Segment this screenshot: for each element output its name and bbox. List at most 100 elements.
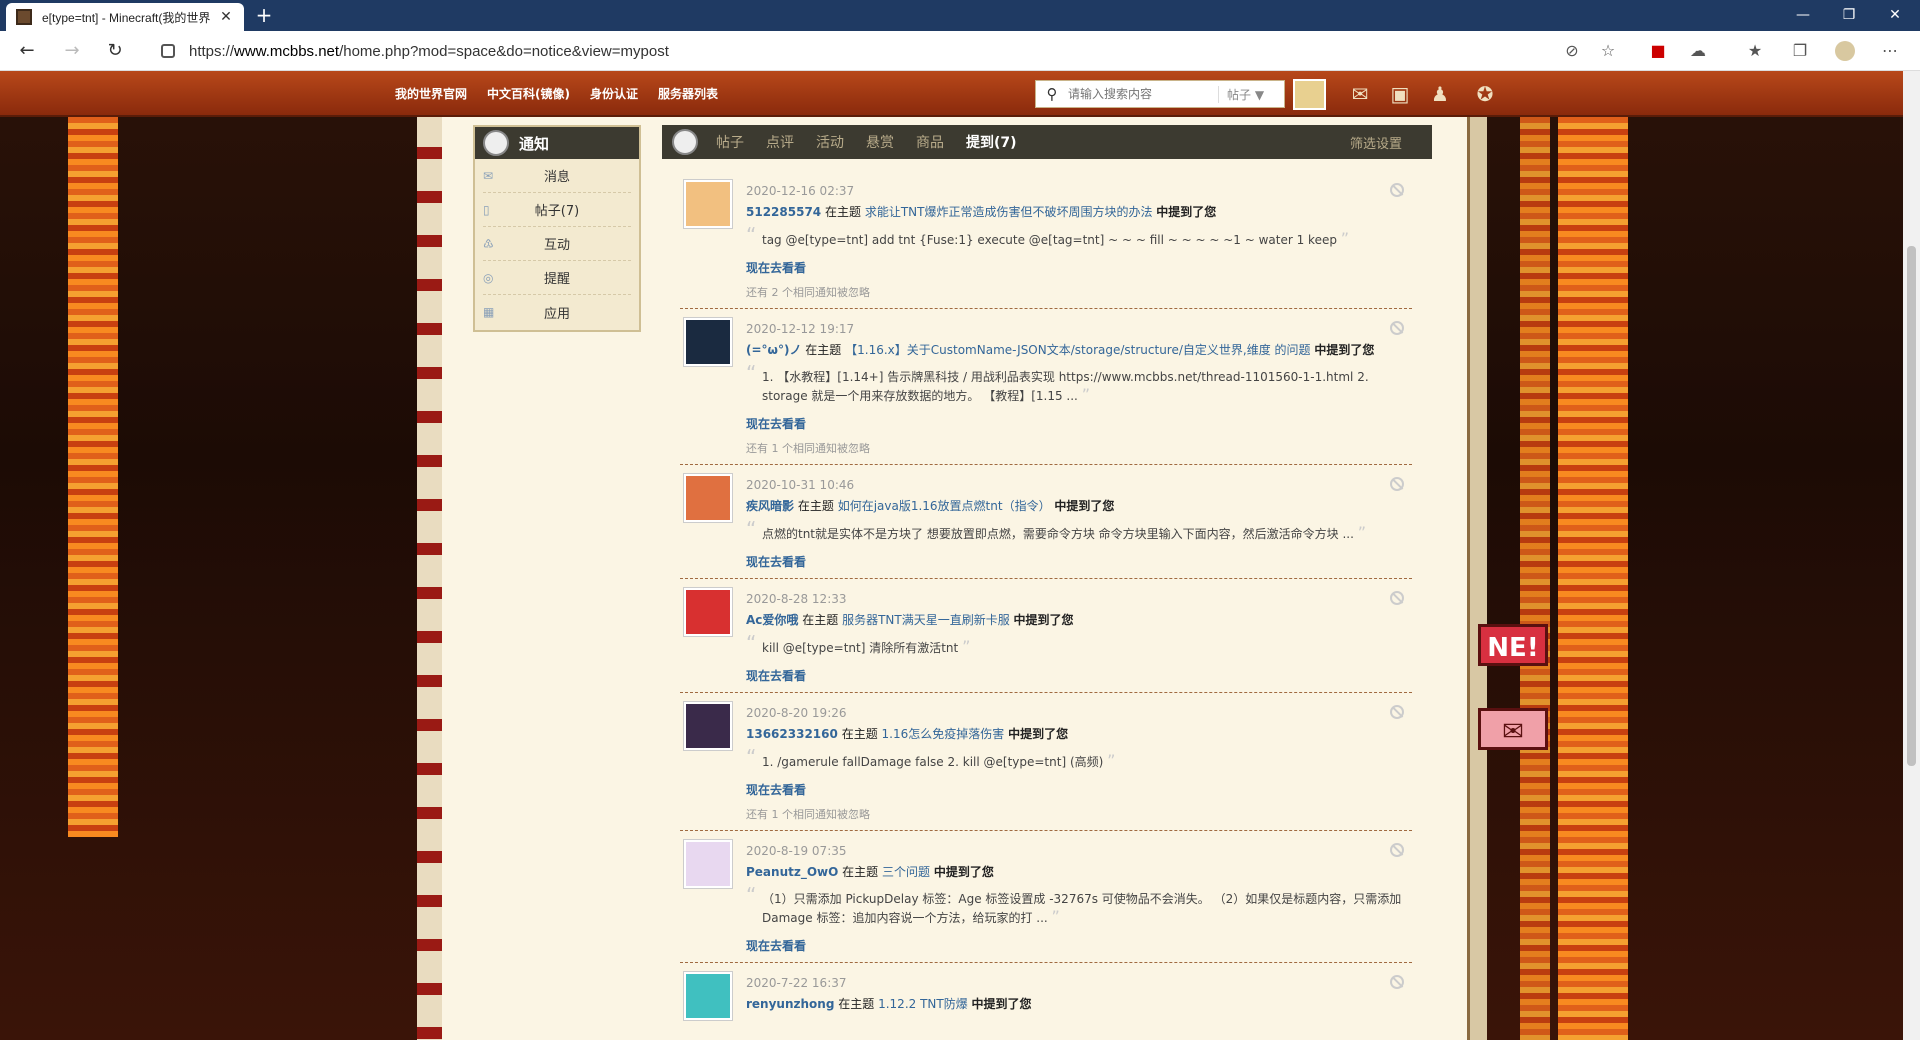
ignore-icon[interactable]: [1390, 591, 1404, 605]
view-now-link[interactable]: 现在去看看: [746, 259, 806, 276]
avatar[interactable]: [683, 473, 733, 523]
notice-user-link[interactable]: renyunzhong: [746, 997, 834, 1011]
scrollbar-thumb[interactable]: [1907, 246, 1916, 766]
ignore-icon[interactable]: [1390, 183, 1404, 197]
avatar-image: [686, 320, 730, 364]
forward-button[interactable]: →: [57, 37, 87, 65]
cookie-icon[interactable]: ✪: [1470, 79, 1500, 109]
tab-comments[interactable]: 点评: [766, 132, 794, 152]
collections-icon[interactable]: ❐: [1790, 41, 1810, 61]
url-field[interactable]: https://www.mcbbs.net/home.php?mod=space…: [145, 36, 1845, 66]
frame-border-decor: [1467, 117, 1487, 1040]
notice-topic-link[interactable]: 服务器TNT满天星一直刷新卡服: [842, 613, 1010, 627]
view-now-link[interactable]: 现在去看看: [746, 415, 806, 432]
notice-user-link[interactable]: Peanutz_OwO: [746, 865, 838, 879]
notification-icon[interactable]: ♟: [1425, 79, 1455, 109]
notice-user-link[interactable]: (=°ω°)ノ: [746, 343, 801, 357]
grid-icon: ▦: [483, 305, 495, 319]
nav-official-site[interactable]: 我的世界官网: [395, 85, 467, 102]
notice-user-link[interactable]: 13662332160: [746, 727, 838, 741]
avatar[interactable]: [683, 701, 733, 751]
block-icon[interactable]: ▣: [1385, 79, 1415, 109]
sidebar-item-messages[interactable]: ✉ 消息: [483, 159, 631, 193]
notice-mid: 在主题: [797, 499, 834, 513]
sidebar-item-label: 应用: [543, 306, 570, 322]
new-flag-badge[interactable]: NE!: [1478, 624, 1548, 666]
message-icon[interactable]: ✉: [1345, 79, 1375, 109]
minimize-button[interactable]: —: [1780, 0, 1826, 31]
quote-end-icon: ”: [1051, 907, 1060, 926]
tracking-icon[interactable]: ⊘: [1562, 41, 1582, 61]
notice-user-link[interactable]: Ac爱你哦: [746, 613, 798, 627]
favorites-icon[interactable]: ★: [1745, 41, 1765, 61]
nav-identity[interactable]: 身份认证: [590, 85, 638, 102]
notice-topic-link[interactable]: 求能让TNT爆炸正常造成伤害但不破坏周围方块的办法: [865, 205, 1153, 219]
notice-topic-link[interactable]: 1.16怎么免疫掉落伤害: [882, 727, 1005, 741]
notice-topic-link[interactable]: 1.12.2 TNT防爆: [878, 997, 968, 1011]
tab-activity[interactable]: 活动: [816, 132, 844, 152]
avatar-image: [686, 590, 730, 634]
ignore-icon[interactable]: [1390, 843, 1404, 857]
tab-mentions[interactable]: 提到(7): [966, 132, 1017, 152]
url-prefix: https://: [189, 42, 235, 60]
notice-mid: 在主题: [802, 613, 839, 627]
notice-text: 512285574 在主题 求能让TNT爆炸正常造成伤害但不破坏周围方块的办法 …: [746, 202, 1412, 222]
sidebar-item-posts[interactable]: ▯ 帖子(7): [483, 193, 631, 227]
avatar[interactable]: [683, 971, 733, 1021]
mail-flag-icon[interactable]: ✉: [1478, 708, 1548, 750]
avatar[interactable]: [683, 317, 733, 367]
ignore-icon[interactable]: [1390, 975, 1404, 989]
notice-topic-link[interactable]: 【1.16.x】关于CustomName-JSON文本/storage/stru…: [845, 343, 1310, 357]
quote-text: 点燃的tnt就是实体不是方块了 想要放置即点燃，需要命令方块 命令方块里输入下面…: [762, 527, 1354, 541]
tab-reward[interactable]: 悬赏: [866, 132, 894, 152]
sidebar-item-interaction[interactable]: ♳ 互动: [483, 227, 631, 261]
sidebar-item-apps[interactable]: ▦ 应用: [483, 295, 631, 329]
cloud-icon[interactable]: ☁: [1688, 41, 1708, 61]
page-scrollbar[interactable]: [1903, 71, 1920, 1040]
back-button[interactable]: ←: [12, 37, 42, 65]
user-avatar[interactable]: [1293, 79, 1326, 110]
list-item: 2020-8-19 07:35 Peanutz_OwO 在主题 三个问题 中提到…: [680, 831, 1412, 963]
avatar[interactable]: [683, 839, 733, 889]
address-bar: ← → ↻ https://www.mcbbs.net/home.php?mod…: [0, 31, 1920, 71]
ignore-icon[interactable]: [1390, 477, 1404, 491]
nav-server-list[interactable]: 服务器列表: [658, 85, 718, 102]
search-input[interactable]: [1068, 87, 1218, 101]
quote-end-icon: ”: [1340, 229, 1350, 248]
nav-wiki[interactable]: 中文百科(镜像): [487, 85, 570, 102]
notice-time: 2020-12-12 19:17: [746, 322, 855, 336]
ignore-icon[interactable]: [1390, 321, 1404, 335]
tab-posts[interactable]: 帖子: [716, 132, 744, 152]
favorite-star-icon[interactable]: ☆: [1598, 41, 1618, 61]
maximize-button[interactable]: ❐: [1826, 0, 1872, 31]
search-icon[interactable]: ⚲: [1036, 85, 1068, 103]
more-menu-icon[interactable]: ⋯: [1880, 41, 1900, 61]
sidebar-item-label: 帖子(7): [534, 204, 580, 219]
view-now-link[interactable]: 现在去看看: [746, 667, 806, 684]
list-item: 2020-10-31 10:46 疾风暗影 在主题 如何在java版1.16放置…: [680, 465, 1412, 579]
browser-tab[interactable]: e[type=tnt] - Minecraft(我的世界 ✕: [6, 3, 244, 31]
ignore-icon[interactable]: [1390, 705, 1404, 719]
notice-topic-link[interactable]: 三个问题: [882, 865, 930, 879]
sidebar-item-reminders[interactable]: ◎ 提醒: [483, 261, 631, 295]
refresh-button[interactable]: ↻: [100, 37, 130, 65]
site-nav: 我的世界官网 中文百科(镜像) 身份认证 服务器列表: [395, 85, 718, 102]
tab-close-icon[interactable]: ✕: [218, 9, 234, 25]
view-now-link[interactable]: 现在去看看: [746, 553, 806, 570]
profile-avatar[interactable]: [1835, 41, 1855, 61]
notice-topic-link[interactable]: 如何在java版1.16放置点燃tnt（指令）: [838, 499, 1051, 513]
tab-goods[interactable]: 商品: [916, 132, 944, 152]
avatar[interactable]: [683, 587, 733, 637]
avatar[interactable]: [683, 179, 733, 229]
view-now-link[interactable]: 现在去看看: [746, 937, 806, 954]
notice-user-link[interactable]: 疾风暗影: [746, 499, 794, 513]
new-tab-button[interactable]: +: [252, 4, 276, 28]
extension-icon[interactable]: ■: [1648, 41, 1668, 61]
filter-settings-link[interactable]: 筛选设置: [1350, 133, 1402, 152]
notice-quote: （1）只需添加 PickupDelay 标签：Age 标签设置成 -32767s…: [746, 886, 1412, 927]
search-type-select[interactable]: 帖子 ▼: [1218, 85, 1284, 103]
url-host: www.mcbbs.net: [234, 42, 340, 60]
close-window-button[interactable]: ✕: [1872, 0, 1918, 31]
notice-user-link[interactable]: 512285574: [746, 205, 821, 219]
view-now-link[interactable]: 现在去看看: [746, 781, 806, 798]
